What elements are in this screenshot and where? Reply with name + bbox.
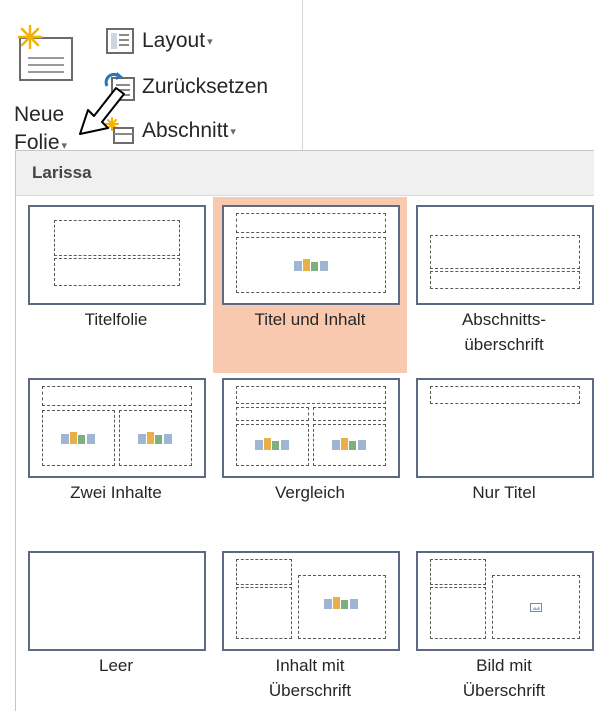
layout-thumbnail — [416, 551, 594, 651]
layout-thumbnail — [28, 378, 206, 478]
title-placeholder — [54, 220, 180, 256]
content-icon — [61, 432, 95, 444]
reset-label: Zurücksetzen — [142, 75, 269, 98]
text-placeholder — [430, 587, 486, 639]
layout-thumbnail — [416, 378, 594, 478]
layout-tile-abschnittsueberschrift[interactable]: Abschnitts-überschrift — [407, 197, 594, 373]
layout-thumbnail — [28, 551, 206, 651]
content-icon — [138, 432, 172, 444]
chevron-down-icon: ▾ — [207, 35, 213, 48]
gallery-header: Larissa — [16, 151, 594, 196]
section-label: Abschnitt — [142, 119, 229, 142]
slides-ribbon-group: Neue Folie ▾ Layout ▾ Zurücksetzen Absch… — [0, 0, 304, 154]
content-icon — [324, 597, 358, 609]
layout-label: Abschnitts-überschrift — [461, 310, 547, 354]
layout-label: Titelfolie — [84, 310, 148, 329]
content-icon — [255, 438, 289, 450]
layout-label: Vergleich — [275, 483, 345, 502]
layout-thumbnail — [222, 205, 400, 305]
layout-tile-bild-mit-ueberschrift[interactable]: Bild mit Überschrift — [407, 543, 594, 719]
content-icon — [332, 438, 366, 450]
picture-icon — [530, 603, 542, 612]
content-icon — [294, 259, 328, 271]
layout-tile-nur-titel[interactable]: Nur Titel — [407, 370, 594, 546]
text-placeholder — [430, 271, 580, 289]
layout-button[interactable]: Layout ▾ — [104, 24, 213, 58]
chevron-down-icon: ▾ — [230, 125, 236, 138]
layout-thumbnail — [222, 378, 400, 478]
new-slide-icon — [17, 24, 73, 81]
layout-thumbnail — [222, 551, 400, 651]
text-placeholder — [236, 587, 292, 639]
heading-placeholder-left — [236, 407, 309, 421]
layout-tile-vergleich[interactable]: Vergleich — [213, 370, 407, 546]
layout-gallery: Larissa Titelfolie Titel und Inhalt Absc… — [15, 150, 594, 711]
layout-label: Titel und Inhalt — [254, 310, 366, 329]
title-placeholder — [430, 386, 580, 404]
layout-icon — [106, 28, 134, 54]
layout-tile-zwei-inhalte[interactable]: Zwei Inhalte — [19, 370, 213, 546]
title-placeholder — [236, 213, 386, 233]
ribbon-group-divider — [302, 0, 303, 150]
title-placeholder — [430, 235, 580, 269]
reset-button[interactable]: Zurücksetzen — [104, 70, 268, 104]
mouse-pointer-icon — [79, 87, 125, 135]
layout-tile-titel-und-inhalt[interactable]: Titel und Inhalt — [213, 197, 407, 373]
theme-name: Larissa — [32, 163, 92, 182]
layout-label: Inhalt mit Überschrift — [268, 656, 352, 700]
layout-thumbnail — [28, 205, 206, 305]
subtitle-placeholder — [54, 258, 180, 286]
layout-label: Layout — [142, 29, 206, 52]
title-placeholder — [42, 386, 192, 406]
layout-label: Zwei Inhalte — [70, 483, 162, 502]
layout-label: Nur Titel — [472, 483, 536, 502]
layout-label: Bild mit Überschrift — [462, 656, 546, 700]
layout-thumbnail — [416, 205, 594, 305]
title-placeholder — [430, 559, 486, 585]
new-slide-label-line1: Neue — [14, 103, 65, 126]
layout-tile-titelfolie[interactable]: Titelfolie — [19, 197, 213, 373]
title-placeholder — [236, 559, 292, 585]
layout-label: Leer — [98, 656, 134, 675]
layout-tile-inhalt-mit-ueberschrift[interactable]: Inhalt mit Überschrift — [213, 543, 407, 719]
layout-tile-leer[interactable]: Leer — [19, 543, 213, 719]
title-placeholder — [236, 386, 386, 404]
heading-placeholder-right — [313, 407, 386, 421]
